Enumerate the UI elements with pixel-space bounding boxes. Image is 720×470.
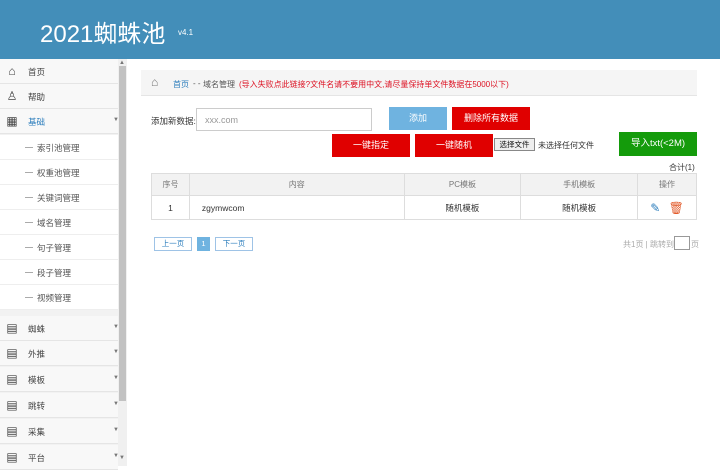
tree-dash	[25, 172, 33, 173]
list-icon: ▤	[6, 346, 18, 360]
sidebar-item-label: 采集	[28, 427, 46, 437]
sidebar-item-spider[interactable]: ▤ 蜘蛛 ▼	[0, 316, 119, 341]
sidebar-item-templates[interactable]: ▤ 模板 ▼	[0, 367, 119, 392]
chevron-down-icon: ▼	[113, 117, 119, 123]
col-header-mobile-template: 手机模板	[520, 173, 639, 196]
sidebar-subitem-weight-pool[interactable]: 权重池管理	[0, 160, 118, 185]
page-info: 共1页 | 跳转到	[623, 240, 674, 249]
sidebar-item-label: 帮助	[28, 92, 46, 102]
chevron-down-icon: ▼	[113, 401, 119, 407]
sidebar-subitem-index-pool[interactable]: 索引池管理	[0, 135, 118, 160]
sidebar-item-label: 蜘蛛	[28, 324, 46, 334]
sidebar-item-collect[interactable]: ▤ 采集 ▼	[0, 419, 119, 444]
list-icon: ▤	[6, 372, 18, 386]
app-version: v4.1	[178, 28, 194, 37]
breadcrumb: ⌂ 首页 - - 域名管理 (导入失败点此链接?文件名请不要用中文,请尽量保持单…	[141, 70, 697, 96]
col-header-actions: 操作	[637, 173, 697, 196]
choose-file-button[interactable]: 选择文件	[494, 138, 535, 151]
table-header-row: 序号 内容 PC模板 手机模板 操作	[151, 173, 697, 196]
sidebar-subitem-keywords[interactable]: 关键词管理	[0, 185, 118, 210]
sidebar-item-label: 外推	[28, 349, 46, 359]
breadcrumb-current: 域名管理	[203, 80, 235, 89]
sidebar-subitem-sentences[interactable]: 句子管理	[0, 235, 118, 260]
sidebar-subitem-label: 视频管理	[37, 293, 72, 303]
scroll-down-arrow-icon[interactable]: ▼	[119, 455, 125, 461]
home-icon: ⌂	[8, 64, 16, 78]
col-header-content: 内容	[188, 173, 405, 196]
sidebar-subitem-domains[interactable]: 域名管理	[0, 210, 118, 235]
cell-mobile-template[interactable]: 随机模板	[520, 195, 639, 220]
file-status: 未选择任何文件	[538, 141, 594, 150]
total-count: 合计(1)	[669, 163, 695, 172]
sidebar-item-label: 基础	[28, 117, 46, 127]
tree-dash	[25, 272, 33, 273]
assign-all-button[interactable]: 一键指定	[332, 134, 410, 157]
domain-table: 序号 内容 PC模板 手机模板 操作 1 zgymwcom 随机模板 随机模板 …	[151, 173, 697, 220]
col-header-pc-template: PC模板	[403, 173, 522, 196]
list-icon: ▤	[6, 321, 18, 335]
sidebar-subitem-label: 段子管理	[37, 268, 72, 278]
sidebar-subitem-label: 关键词管理	[37, 193, 80, 203]
add-data-label: 添加新数据:	[151, 116, 196, 126]
list-icon: ▤	[6, 398, 18, 412]
import-help-link[interactable]: (导入失败点此链接?文件名请不要用中文,请尽量保持单文件数据在5000以下)	[239, 79, 509, 90]
random-all-button[interactable]: 一键随机	[415, 134, 493, 157]
sidebar-item-help[interactable]: ♙ 帮助	[0, 84, 118, 109]
sidebar-item-redirect[interactable]: ▤ 跳转 ▼	[0, 393, 119, 418]
tree-dash	[25, 147, 33, 148]
add-button[interactable]: 添加	[389, 107, 447, 130]
sidebar-subitem-label: 权重池管理	[37, 168, 80, 178]
cell-no: 1	[151, 195, 190, 220]
user-icon: ♙	[6, 89, 18, 103]
tree-dash	[25, 222, 33, 223]
sidebar-subitem-label: 索引池管理	[37, 143, 80, 153]
chevron-down-icon: ▼	[113, 349, 119, 355]
tree-dash	[25, 197, 33, 198]
cell-actions: ✎ 🗑	[637, 195, 697, 220]
list-icon: ▤	[6, 424, 18, 438]
sidebar-subitem-paragraphs[interactable]: 段子管理	[0, 260, 118, 285]
tree-dash	[25, 297, 33, 298]
sidebar-item-label: 模板	[28, 375, 46, 385]
chevron-down-icon: ▼	[113, 453, 119, 459]
chevron-down-icon: ▼	[113, 324, 119, 330]
table-row: 1 zgymwcom 随机模板 随机模板 ✎ 🗑	[151, 195, 697, 220]
chevron-down-icon: ▼	[113, 427, 119, 433]
sidebar-item-home[interactable]: ⌂ 首页	[0, 59, 118, 84]
sidebar-subitem-videos[interactable]: 视频管理	[0, 285, 118, 310]
sidebar-item-label: 首页	[28, 67, 46, 77]
breadcrumb-home-link[interactable]: 首页	[173, 79, 189, 90]
next-page-button[interactable]: 下一页	[215, 237, 253, 251]
app-title: 2021蜘蛛池	[40, 21, 166, 48]
grid-icon: ▦	[6, 114, 18, 128]
delete-all-button[interactable]: 删除所有数据	[452, 107, 530, 130]
edit-icon[interactable]: ✎	[650, 201, 660, 215]
sidebar-subitem-label: 句子管理	[37, 243, 72, 253]
sidebar-scroll-thumb[interactable]	[119, 66, 126, 401]
page-suffix: 页	[691, 240, 699, 249]
sidebar-item-basic[interactable]: ▦ 基础 ▼	[0, 109, 119, 134]
trash-icon[interactable]: 🗑	[669, 201, 684, 215]
top-header: 2021蜘蛛池 v4.1	[0, 0, 720, 59]
sidebar-item-label: 跳转	[28, 401, 46, 411]
cell-content: zgymwcom	[188, 195, 405, 220]
current-page-button[interactable]: 1	[197, 237, 210, 251]
breadcrumb-separator: - -	[193, 79, 201, 88]
home-icon[interactable]: ⌂	[151, 75, 158, 89]
import-txt-button[interactable]: 导入txt(<2M)	[619, 132, 697, 156]
tree-dash	[25, 247, 33, 248]
list-icon: ▤	[6, 450, 18, 464]
col-header-no: 序号	[151, 173, 190, 196]
prev-page-button[interactable]: 上一页	[154, 237, 192, 251]
sidebar-subitem-label: 域名管理	[37, 218, 72, 228]
sidebar-item-platform[interactable]: ▤ 平台 ▼	[0, 445, 119, 470]
chevron-down-icon: ▼	[113, 375, 119, 381]
sidebar-item-outreach[interactable]: ▤ 外推 ▼	[0, 341, 119, 366]
sidebar-item-label: 平台	[28, 453, 46, 463]
cell-pc-template[interactable]: 随机模板	[403, 195, 522, 220]
add-data-input[interactable]	[196, 108, 372, 131]
page-jump-input[interactable]	[674, 236, 690, 250]
scroll-up-arrow-icon[interactable]: ▲	[119, 60, 125, 66]
